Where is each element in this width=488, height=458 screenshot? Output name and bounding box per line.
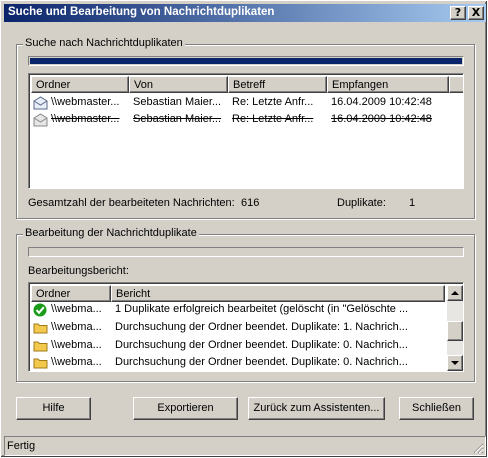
cell-betreff: Re: Letzte Anfr... (232, 113, 314, 125)
cell-ordner: \\webma... (51, 356, 102, 368)
column-header-empfangen[interactable]: Empfangen (327, 76, 449, 93)
duplicates-value: 1 (409, 197, 416, 209)
cell-ordner: \\webma... (51, 303, 102, 315)
cell-empfangen: 16.04.2009 10:42:48 (331, 96, 432, 108)
list-item[interactable]: \\webma... 1 Duplikate erfolgreich bearb… (31, 302, 445, 318)
export-button[interactable]: Exportieren (133, 397, 238, 420)
scroll-up-button[interactable] (447, 285, 463, 301)
cell-ordner: \\webmaster... (51, 96, 120, 108)
list-item[interactable]: \\webma... Durchsuchung der Ordner beend… (31, 338, 445, 354)
window-title: Suche und Bearbeitung von Nachrichtdupli… (8, 6, 275, 18)
folder-icon (33, 323, 48, 334)
report-label: Bearbeitungsbericht: (28, 265, 129, 277)
cell-von: Sebastian Maier... (133, 96, 222, 108)
processing-group-label: Bearbeitung der Nachrichtduplikate (23, 227, 199, 239)
folder-icon (33, 358, 48, 369)
cell-von: Sebastian Maier... (133, 113, 222, 125)
search-group-label: Suche nach Nachrichtduplikaten (23, 37, 185, 49)
help-button[interactable]: Hilfe (16, 397, 91, 420)
list-item[interactable]: \\webmaster... Sebastian Maier... Re: Le… (31, 112, 461, 128)
cell-ordner: \\webmaster... (51, 113, 120, 125)
search-progress-bar (28, 56, 464, 66)
title-bar[interactable]: Suche und Bearbeitung von Nachrichtdupli… (4, 4, 486, 22)
status-text: Fertig (7, 440, 36, 452)
checkmark-icon (33, 303, 47, 317)
resize-grip-icon[interactable] (472, 442, 484, 454)
cell-bericht: 1 Duplikate erfolgreich bearbeitet (gelö… (115, 303, 409, 315)
column-header-bericht[interactable]: Bericht (111, 285, 445, 302)
dialog-window: Suche und Bearbeitung von Nachrichtdupli… (0, 0, 488, 458)
arrow-up-icon (451, 291, 459, 295)
cell-betreff: Re: Letzte Anfr... (232, 96, 314, 108)
processing-group: Bearbeitung der Nachrichtduplikate Bearb… (16, 227, 475, 382)
list-item[interactable]: \\webmaster... Sebastian Maier... Re: Le… (31, 95, 461, 111)
duplicates-list[interactable]: Ordner Von Betreff Empfangen \\webmaster… (28, 73, 464, 189)
cell-ordner: \\webma... (51, 339, 102, 351)
column-header-ordner[interactable]: Ordner (31, 285, 111, 302)
cell-bericht: Durchsuchung der Ordner beendet. Duplika… (115, 321, 408, 333)
cell-empfangen: 16.04.2009 10:42:48 (331, 113, 432, 125)
total-processed-value: 616 (241, 197, 260, 209)
total-processed-label: Gesamtzahl der bearbeiteten Nachrichten: (28, 197, 235, 209)
duplicates-label: Duplikate: (337, 197, 386, 209)
arrow-down-icon (451, 361, 459, 365)
status-bar: Fertig (4, 436, 486, 456)
scroll-thumb[interactable] (447, 321, 463, 341)
search-group: Suche nach Nachrichtduplikaten Ordner Vo… (16, 37, 475, 219)
back-to-wizard-button[interactable]: Zurück zum Assistenten... (248, 397, 385, 420)
folder-icon (33, 341, 48, 352)
close-button[interactable]: Schließen (399, 397, 474, 420)
cell-ordner: \\webma... (51, 321, 102, 333)
envelope-icon (33, 96, 48, 110)
cell-bericht: Durchsuchung der Ordner beendet. Duplika… (115, 339, 408, 351)
close-title-button[interactable]: X (468, 6, 484, 20)
column-header-von[interactable]: Von (129, 76, 228, 93)
envelope-icon (33, 113, 48, 127)
column-header-ordner[interactable]: Ordner (31, 76, 129, 93)
cell-bericht: Durchsuchung der Ordner beendet. Duplika… (115, 356, 408, 368)
help-title-button[interactable]: ? (450, 6, 466, 20)
list-item[interactable]: \\webma... Durchsuchung der Ordner beend… (31, 320, 445, 336)
search-progress-fill (30, 58, 462, 64)
scroll-down-button[interactable] (447, 355, 463, 371)
column-header-betreff[interactable]: Betreff (228, 76, 327, 93)
column-header-filler (449, 76, 463, 93)
report-list[interactable]: Ordner Bericht \\webma... 1 Duplikate er… (28, 282, 464, 372)
processing-progress-bar (28, 247, 464, 257)
list-item[interactable]: \\webma... Durchsuchung der Ordner beend… (31, 355, 445, 371)
